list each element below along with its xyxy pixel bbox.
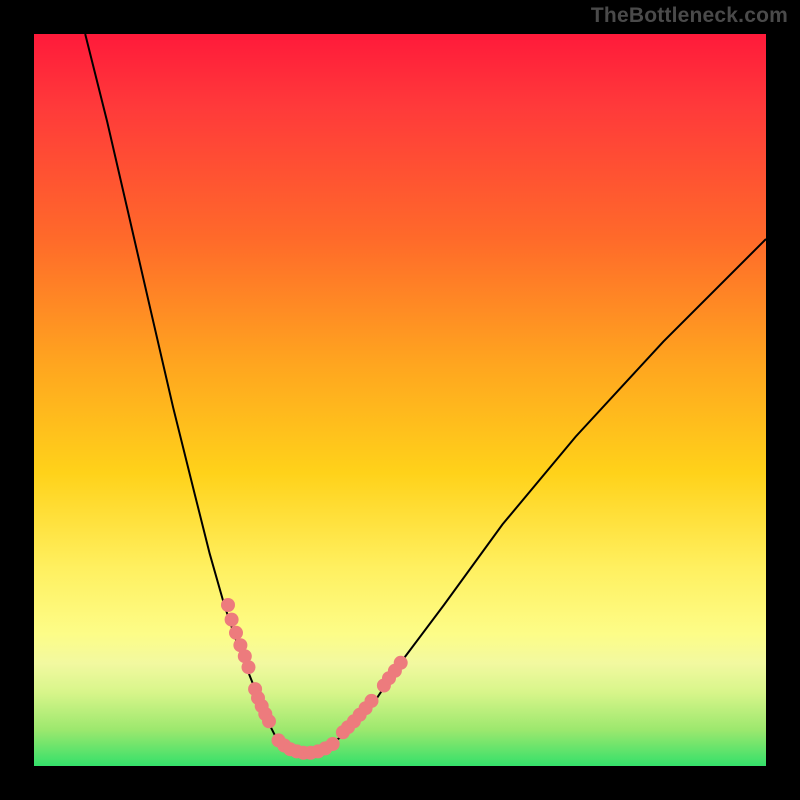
marker-dot xyxy=(326,737,340,751)
marker-dot xyxy=(229,626,243,640)
marker-dot xyxy=(365,694,379,708)
plot-area xyxy=(34,34,766,766)
marker-dot xyxy=(394,656,408,670)
chart-frame: TheBottleneck.com xyxy=(0,0,800,800)
marker-dot xyxy=(221,598,235,612)
curve-path xyxy=(85,34,766,751)
marker-dot xyxy=(242,660,256,674)
marker-dot xyxy=(262,714,276,728)
marker-group xyxy=(221,598,408,760)
watermark-text: TheBottleneck.com xyxy=(591,4,788,28)
bottleneck-curve xyxy=(34,34,766,766)
marker-dot xyxy=(225,613,239,627)
